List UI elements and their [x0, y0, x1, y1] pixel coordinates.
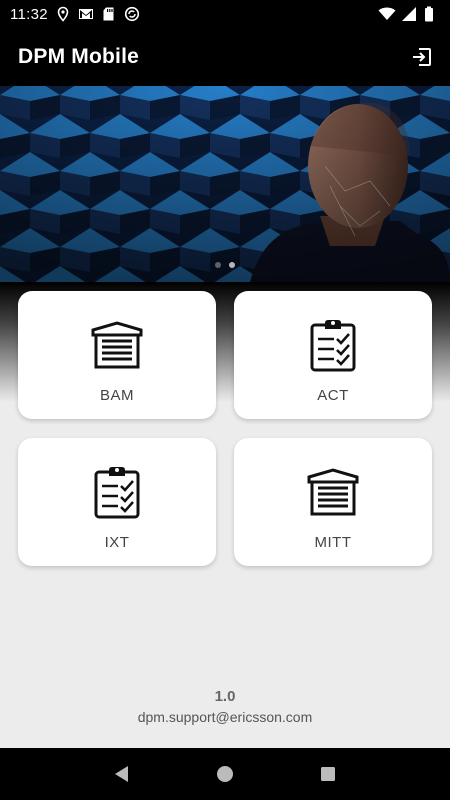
- recents-button[interactable]: [317, 763, 339, 785]
- banner-dot-1[interactable]: [215, 262, 221, 268]
- logout-icon: [413, 48, 431, 66]
- recents-icon: [321, 767, 336, 781]
- back-button[interactable]: [111, 763, 133, 785]
- hero-banner[interactable]: [0, 86, 450, 282]
- app-bar: DPM Mobile: [0, 28, 450, 86]
- tile-label: ACT: [317, 387, 349, 404]
- wifi-icon: [378, 6, 396, 22]
- garage-door-icon: [89, 317, 145, 373]
- garage-door-icon: [305, 464, 361, 520]
- home-icon: [216, 766, 233, 782]
- sd-card-icon: [101, 6, 117, 22]
- footer: 1.0 dpm.support@ericsson.com: [0, 688, 450, 725]
- system-nav-bar: [0, 748, 450, 800]
- battery-icon: [424, 6, 440, 22]
- tile-mitt[interactable]: MITT: [234, 438, 432, 566]
- tile-act[interactable]: ACT: [234, 291, 432, 419]
- home-button[interactable]: [214, 763, 236, 785]
- banner-dot-2[interactable]: [229, 262, 235, 268]
- status-bar: 11:32: [0, 0, 450, 28]
- app-version: 1.0: [214, 688, 236, 705]
- signal-icon: [401, 6, 417, 22]
- tile-bam[interactable]: BAM: [18, 291, 216, 419]
- status-time: 11:32: [10, 5, 48, 23]
- banner-page-indicator: [0, 262, 450, 272]
- gmail-icon: [78, 6, 94, 22]
- clipboard-checklist-icon: [89, 464, 145, 520]
- tile-label: MITT: [314, 534, 352, 551]
- sync-icon: [124, 6, 140, 22]
- back-icon: [114, 766, 128, 782]
- app-title: DPM Mobile: [18, 45, 139, 68]
- status-right: [378, 6, 440, 22]
- tile-label: IXT: [104, 534, 130, 551]
- tile-ixt[interactable]: IXT: [18, 438, 216, 566]
- tile-label: BAM: [99, 387, 134, 404]
- support-email[interactable]: dpm.support@ericsson.com: [0, 709, 450, 725]
- location-icon: [55, 6, 71, 22]
- logout-button[interactable]: [408, 43, 436, 71]
- status-left: 11:32: [10, 6, 140, 23]
- banner-image: [0, 86, 450, 282]
- clipboard-checklist-icon: [305, 317, 361, 373]
